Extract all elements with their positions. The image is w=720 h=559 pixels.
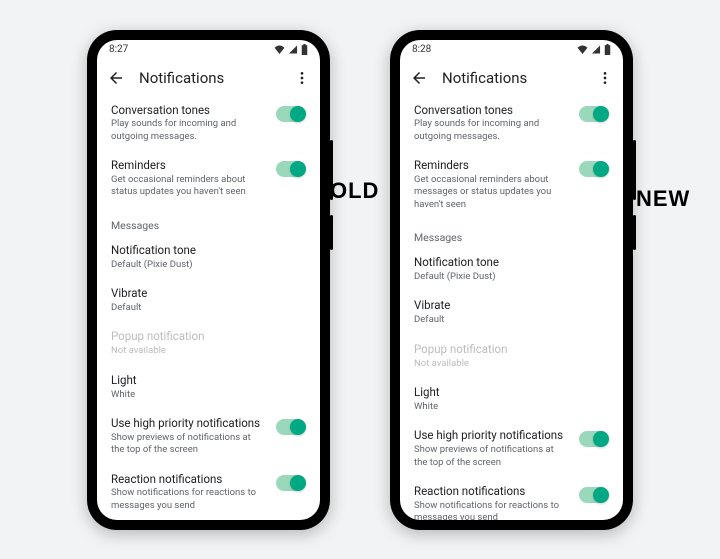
status-icons [577,44,611,55]
cell-icon [288,45,298,54]
battery-icon [604,44,611,55]
setting-subtitle: Play sounds for incoming and outgoing me… [414,118,609,143]
back-icon[interactable] [107,69,125,87]
section-header-messages: Messages [414,219,609,248]
row-conversation-tones[interactable]: Conversation tones Play sounds for incom… [414,96,609,152]
row-reaction-notifications[interactable]: Reaction notifications Show notification… [111,465,306,520]
row-reminders[interactable]: Reminders Get occasional reminders about… [111,151,306,207]
badge-old: OLD [330,178,379,204]
row-vibrate[interactable]: Vibrate Default [414,291,609,334]
battery-icon [301,44,308,55]
setting-subtitle: Show previews of notifications at the to… [414,444,609,469]
more-icon[interactable] [597,70,613,86]
status-bar: 8:27 [97,40,320,60]
setting-subtitle: Not available [414,358,609,370]
setting-subtitle: Default (Pixie Dust) [111,259,306,271]
setting-title: Popup notification [414,342,609,357]
toggle-switch[interactable] [579,161,609,177]
settings-list[interactable]: Conversation tones Play sounds for incom… [400,96,623,520]
page-title: Notifications [139,69,280,87]
setting-subtitle: Show notifications for reactions to mess… [414,500,609,520]
setting-subtitle: Show previews of notifications at the to… [111,432,306,457]
page-title: Notifications [442,69,583,87]
cell-icon [591,45,601,54]
toggle-switch[interactable] [579,487,609,503]
row-popup-notification: Popup notification Not available [414,335,609,378]
status-icons [274,44,308,55]
setting-subtitle: Get occasional reminders about status up… [111,174,306,199]
more-icon[interactable] [294,70,310,86]
setting-subtitle: Default [414,314,609,326]
row-reaction-notifications[interactable]: Reaction notifications Show notification… [414,477,609,520]
setting-subtitle: Show notifications for reactions to mess… [111,487,306,512]
app-bar: Notifications [97,60,320,96]
row-conversation-tones[interactable]: Conversation tones Play sounds for incom… [111,96,306,152]
status-time: 8:27 [109,44,128,55]
badge-new: NEW [636,186,690,212]
row-high-priority[interactable]: Use high priority notifications Show pre… [414,421,609,477]
toggle-switch[interactable] [276,475,306,491]
setting-subtitle: White [111,389,306,401]
settings-list[interactable]: Conversation tones Play sounds for incom… [97,96,320,520]
status-time: 8:28 [412,44,431,55]
setting-subtitle: Not available [111,345,306,357]
row-popup-notification: Popup notification Not available [111,322,306,365]
wifi-icon [274,45,285,54]
power-button [330,215,333,250]
row-high-priority[interactable]: Use high priority notifications Show pre… [111,409,306,465]
status-bar: 8:28 [400,40,623,60]
setting-title: Popup notification [111,329,306,344]
toggle-switch[interactable] [579,106,609,122]
setting-title: Vibrate [111,286,306,301]
phone-old: 8:27 Notifications Conversation tone [87,30,330,530]
app-bar: Notifications [400,60,623,96]
screen: 8:27 Notifications Conversation tone [97,40,320,520]
setting-subtitle: Default [111,302,306,314]
wifi-icon [577,45,588,54]
comparison-stage: 8:27 Notifications Conversation tone [0,0,720,559]
setting-subtitle: Get occasional reminders about messages … [414,174,609,211]
row-notification-tone[interactable]: Notification tone Default (Pixie Dust) [414,248,609,291]
setting-subtitle: Default (Pixie Dust) [414,271,609,283]
row-notification-tone[interactable]: Notification tone Default (Pixie Dust) [111,236,306,279]
phone-new: 8:28 Notifications Conversation tone [390,30,633,530]
setting-title: Light [414,385,609,400]
setting-title: Light [111,373,306,388]
screen: 8:28 Notifications Conversation tone [400,40,623,520]
back-icon[interactable] [410,69,428,87]
setting-title: Notification tone [111,243,306,258]
setting-subtitle: White [414,401,609,413]
toggle-switch[interactable] [276,161,306,177]
row-vibrate[interactable]: Vibrate Default [111,279,306,322]
setting-title: Notification tone [414,255,609,270]
section-header-messages: Messages [111,207,306,236]
setting-title: Vibrate [414,298,609,313]
row-light[interactable]: Light White [111,366,306,409]
power-button [633,215,636,250]
toggle-switch[interactable] [276,106,306,122]
setting-subtitle: Play sounds for incoming and outgoing me… [111,118,306,143]
toggle-switch[interactable] [276,419,306,435]
row-light[interactable]: Light White [414,378,609,421]
toggle-switch[interactable] [579,431,609,447]
row-reminders[interactable]: Reminders Get occasional reminders about… [414,151,609,219]
